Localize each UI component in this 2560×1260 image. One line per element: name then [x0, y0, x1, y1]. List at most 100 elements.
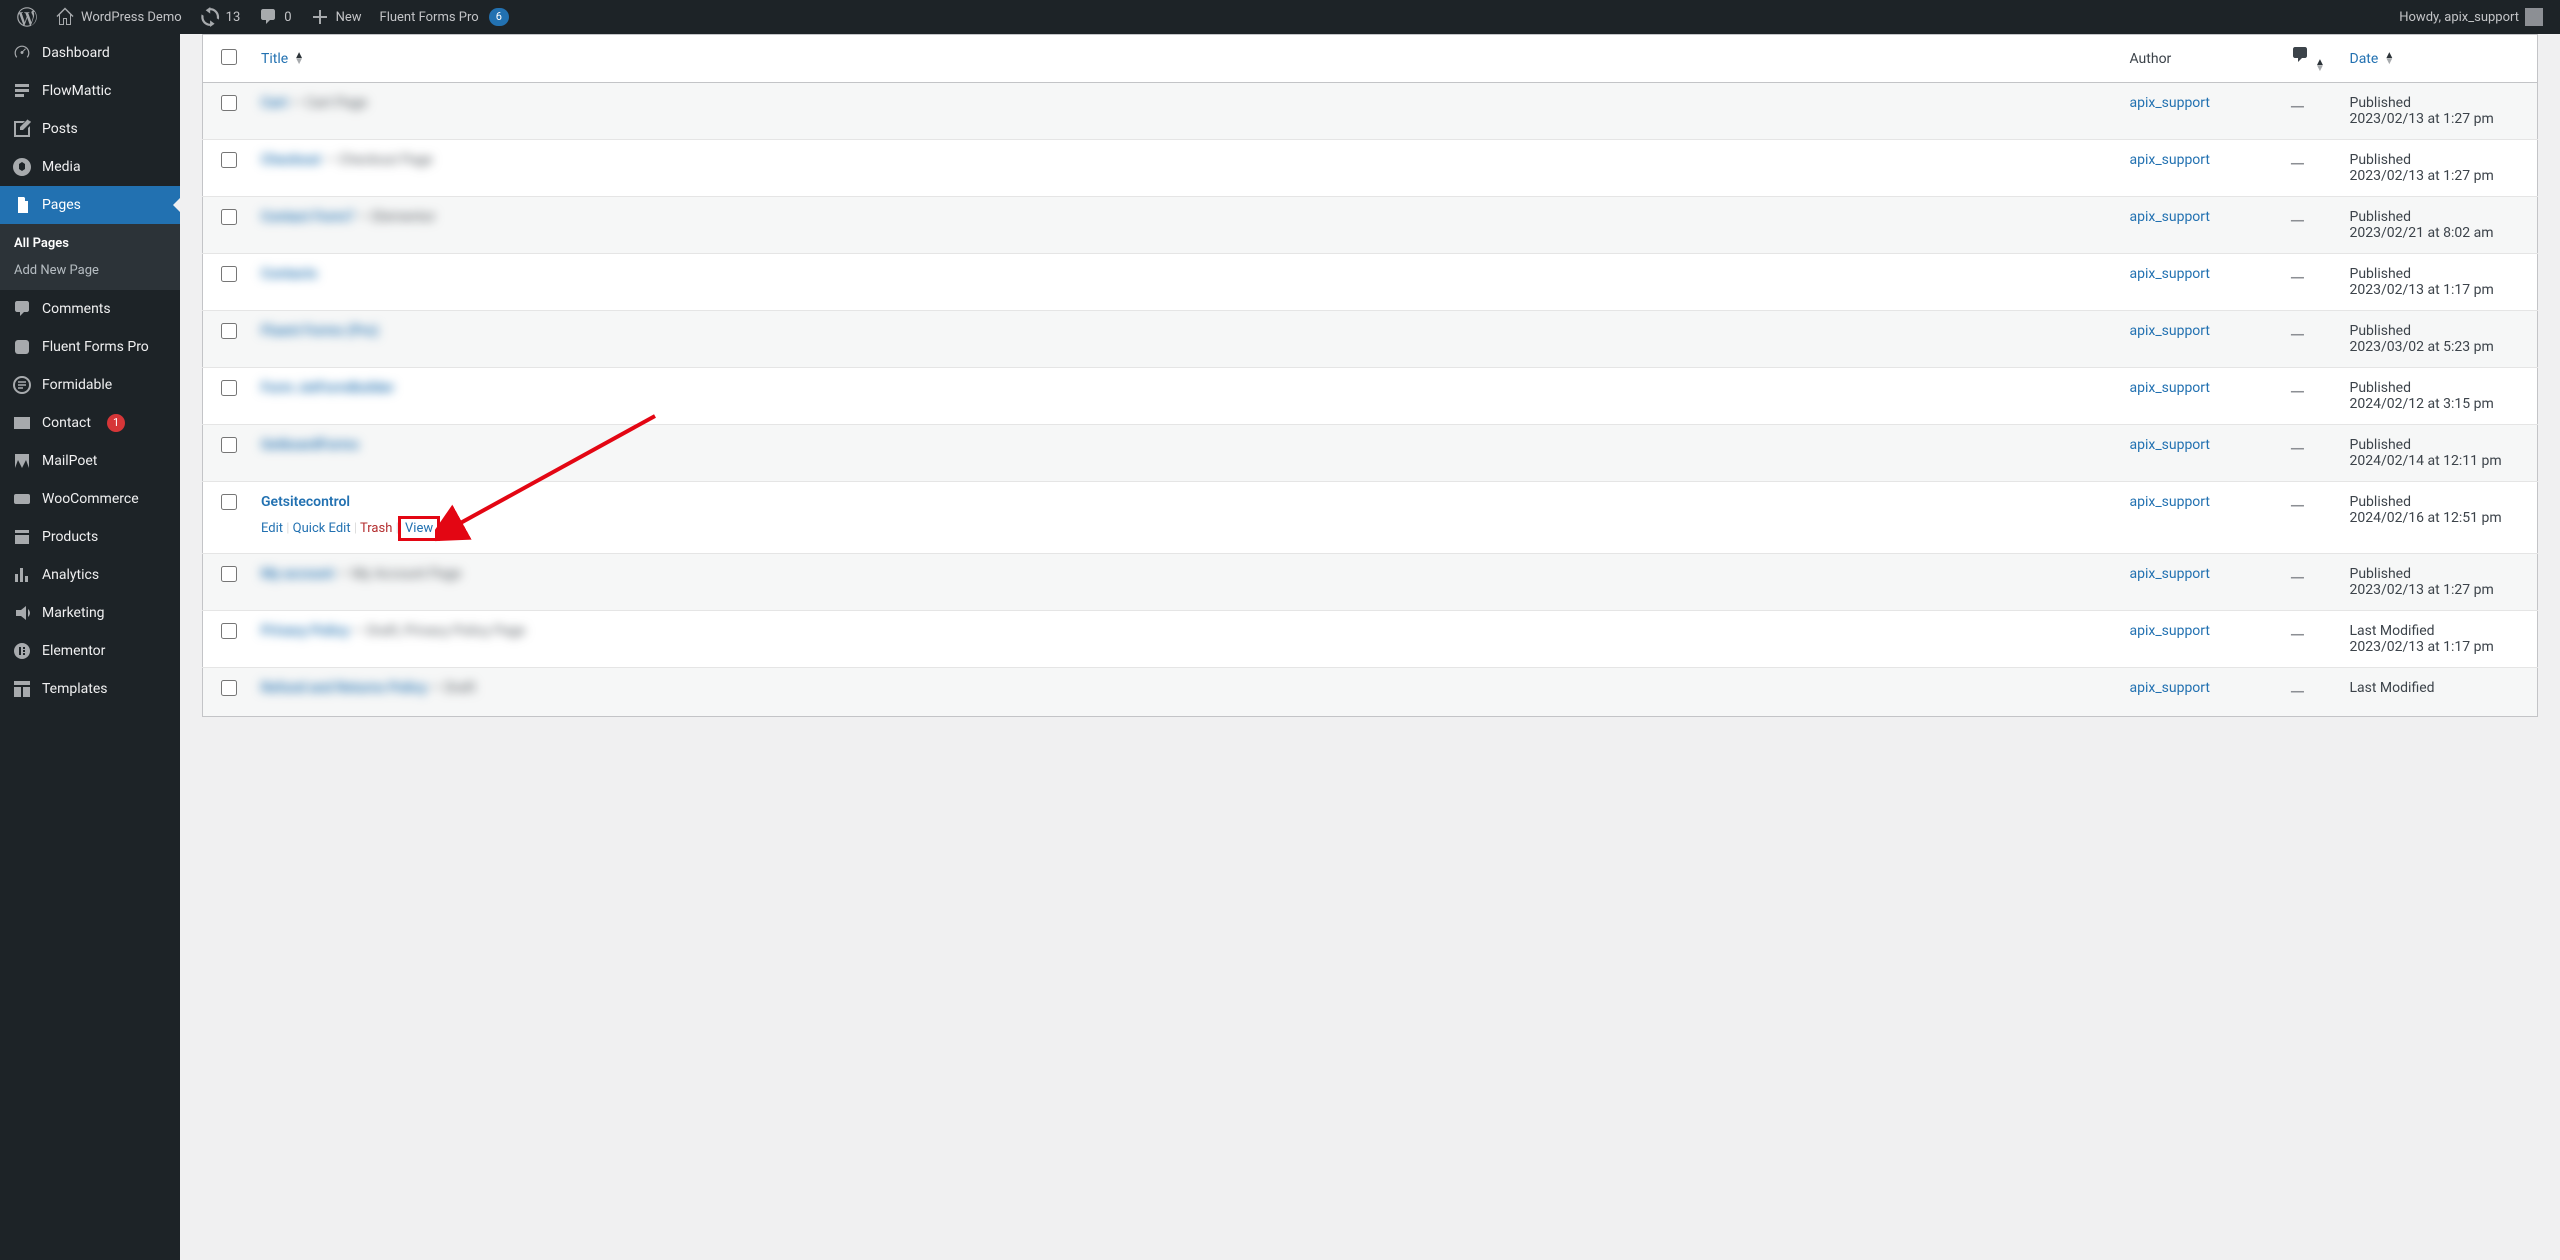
- table-row: Checkout — Checkout Pageapix_support—Pub…: [203, 140, 2538, 197]
- row-checkbox[interactable]: [221, 152, 237, 168]
- contact-badge: 1: [107, 414, 125, 432]
- author-link[interactable]: apix_support: [2130, 623, 2210, 639]
- menu-mailpoet-label: MailPoet: [42, 453, 97, 469]
- row-checkbox[interactable]: [221, 494, 237, 510]
- author-link[interactable]: apix_support: [2130, 152, 2210, 168]
- mailpoet-icon: [12, 451, 32, 471]
- column-date[interactable]: Date▲▼: [2338, 35, 2538, 83]
- menu-pages-label: Pages: [42, 197, 81, 213]
- date-meta: 2024/02/14 at 12:11 pm: [2350, 453, 2526, 469]
- table-row: Refund and Returns Policy — Draft apix_su…: [203, 668, 2538, 717]
- column-title[interactable]: Title▲▼: [249, 35, 2118, 83]
- edit-link[interactable]: Edit: [261, 521, 283, 536]
- menu-templates[interactable]: Templates: [0, 670, 180, 708]
- menu-woocommerce[interactable]: WooCommerce: [0, 480, 180, 518]
- menu-analytics[interactable]: Analytics: [0, 556, 180, 594]
- column-comments[interactable]: ▲▼: [2278, 35, 2338, 83]
- my-account-link[interactable]: Howdy, apix_support: [2390, 0, 2552, 34]
- menu-flowmattic[interactable]: FlowMattic: [0, 72, 180, 110]
- updates-link[interactable]: 13: [191, 0, 250, 34]
- table-row: Cart — Cart Pageapix_support—Published20…: [203, 83, 2538, 140]
- menu-contact[interactable]: Contact 1: [0, 404, 180, 442]
- menu-elementor[interactable]: Elementor: [0, 632, 180, 670]
- avatar: [2525, 8, 2543, 26]
- media-icon: [12, 157, 32, 177]
- author-link[interactable]: apix_support: [2130, 566, 2210, 582]
- author-link[interactable]: apix_support: [2130, 266, 2210, 282]
- author-link[interactable]: apix_support: [2130, 323, 2210, 339]
- menu-fluent-label: Fluent Forms Pro: [42, 339, 149, 355]
- menu-dashboard[interactable]: Dashboard: [0, 34, 180, 72]
- menu-marketing[interactable]: Marketing: [0, 594, 180, 632]
- wp-logo[interactable]: [8, 0, 46, 34]
- author-link[interactable]: apix_support: [2130, 95, 2210, 111]
- menu-fluent[interactable]: Fluent Forms Pro: [0, 328, 180, 366]
- howdy-text: Howdy, apix_support: [2399, 10, 2519, 25]
- row-checkbox[interactable]: [221, 380, 237, 396]
- author-link[interactable]: apix_support: [2130, 437, 2210, 453]
- fluent-forms-link[interactable]: Fluent Forms Pro 6: [371, 0, 518, 34]
- page-title-link[interactable]: Contacts: [261, 266, 317, 282]
- date-status: Published: [2350, 566, 2526, 582]
- row-checkbox[interactable]: [221, 209, 237, 225]
- view-link[interactable]: View: [405, 521, 433, 536]
- fluent-badge: 6: [489, 8, 509, 26]
- comments-cell: —: [2278, 611, 2338, 668]
- fluent-label: Fluent Forms Pro: [380, 10, 479, 25]
- new-label: New: [336, 10, 362, 25]
- quick-edit-link[interactable]: Quick Edit: [293, 521, 351, 536]
- page-title-link[interactable]: My account: [261, 566, 334, 582]
- fluent-icon: [12, 337, 32, 357]
- date-meta: 2023/03/02 at 5:23 pm: [2350, 339, 2526, 355]
- row-checkbox[interactable]: [221, 566, 237, 582]
- page-title-link[interactable]: Contact Form7: [261, 209, 354, 225]
- page-title-extra: — My Account Page: [334, 566, 461, 582]
- row-checkbox[interactable]: [221, 623, 237, 639]
- page-title-link[interactable]: Form JetFormBuilder: [261, 380, 394, 396]
- page-title-link[interactable]: GetboardForms: [261, 437, 359, 453]
- row-checkbox[interactable]: [221, 680, 237, 696]
- page-title-link[interactable]: Fluent Forms (Pro): [261, 323, 379, 339]
- page-title-link[interactable]: Privacy Policy: [261, 623, 349, 639]
- column-author[interactable]: Author: [2118, 35, 2278, 83]
- trash-link[interactable]: Trash: [360, 521, 392, 536]
- author-link[interactable]: apix_support: [2130, 494, 2210, 510]
- row-checkbox[interactable]: [221, 95, 237, 111]
- templates-icon: [12, 679, 32, 699]
- row-checkbox[interactable]: [221, 437, 237, 453]
- flowmattic-icon: [12, 81, 32, 101]
- author-link[interactable]: apix_support: [2130, 209, 2210, 225]
- menu-products[interactable]: Products: [0, 518, 180, 556]
- menu-media[interactable]: Media: [0, 148, 180, 186]
- site-name-link[interactable]: WordPress Demo: [46, 0, 191, 34]
- date-status: Published: [2350, 494, 2526, 510]
- new-content-link[interactable]: New: [301, 0, 371, 34]
- page-title-link[interactable]: Cart: [261, 95, 288, 111]
- menu-formidable[interactable]: Formidable: [0, 366, 180, 404]
- page-title-link[interactable]: Refund and Returns Policy: [261, 680, 427, 696]
- row-checkbox[interactable]: [221, 266, 237, 282]
- menu-pages[interactable]: Pages: [0, 186, 180, 224]
- select-all-checkbox[interactable]: [221, 49, 237, 65]
- page-title-extra: — Checkout Page: [321, 152, 433, 168]
- author-link[interactable]: apix_support: [2130, 380, 2210, 396]
- menu-comments[interactable]: Comments: [0, 290, 180, 328]
- page-title-extra: — Draft: [427, 680, 476, 696]
- row-checkbox[interactable]: [221, 323, 237, 339]
- comments-cell: —: [2278, 197, 2338, 254]
- comments-cell: —: [2278, 311, 2338, 368]
- menu-marketing-label: Marketing: [42, 605, 105, 621]
- menu-dashboard-label: Dashboard: [42, 45, 110, 61]
- menu-mailpoet[interactable]: MailPoet: [0, 442, 180, 480]
- posts-icon: [12, 119, 32, 139]
- menu-comments-label: Comments: [42, 301, 111, 317]
- page-title-link[interactable]: Getsitecontrol: [261, 494, 350, 510]
- submenu-all-pages[interactable]: All Pages: [0, 230, 180, 257]
- author-link[interactable]: apix_support: [2130, 680, 2210, 696]
- comments-link[interactable]: 0: [249, 0, 300, 34]
- page-title-extra: — Draft, Privacy Policy Page: [349, 623, 525, 639]
- menu-posts[interactable]: Posts: [0, 110, 180, 148]
- page-title-link[interactable]: Checkout: [261, 152, 321, 168]
- comments-cell: —: [2278, 140, 2338, 197]
- submenu-add-page[interactable]: Add New Page: [0, 257, 180, 284]
